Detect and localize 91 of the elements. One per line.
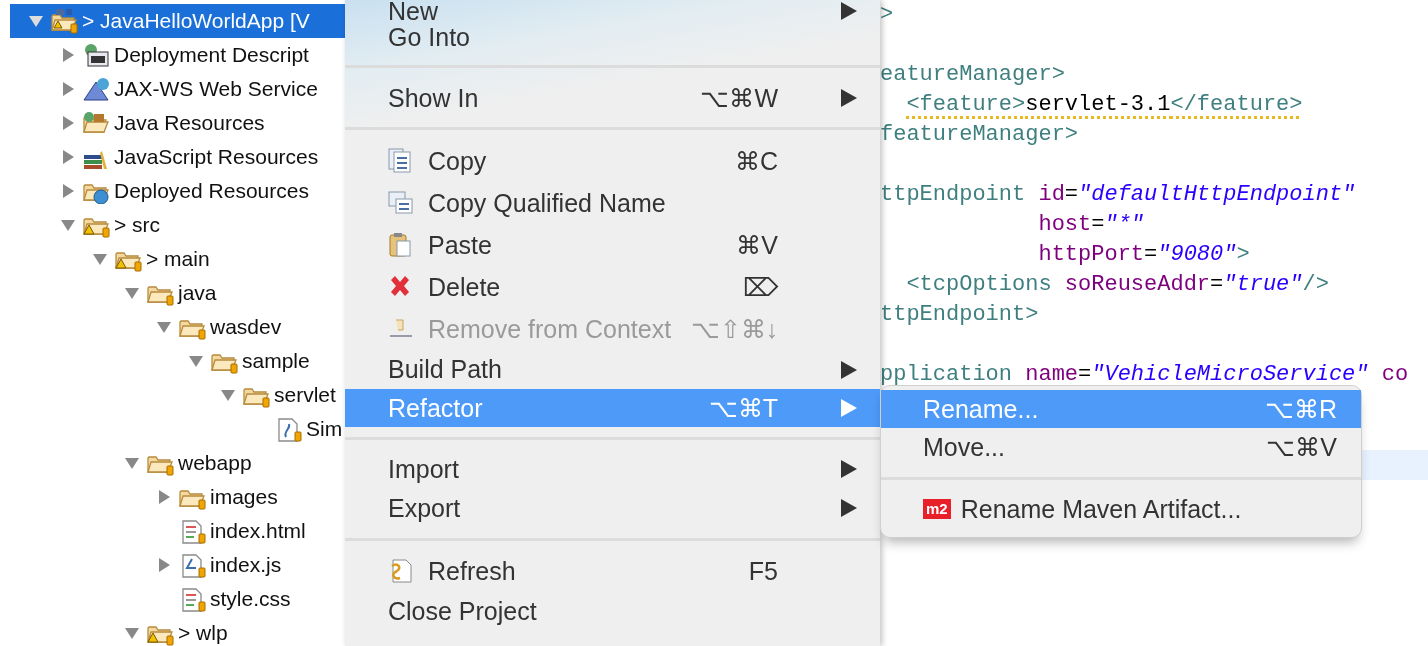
expanded-arrow-icon[interactable] (124, 455, 140, 471)
tree-row[interactable]: JavaScript Resources (0, 140, 345, 174)
expanded-arrow-icon[interactable] (92, 251, 108, 267)
menu-item[interactable]: Paste ⌘V (345, 224, 880, 266)
tree-item-label: wasdev (210, 315, 282, 339)
tree-item-label: index.js (210, 553, 282, 577)
tree-item-label: webapp (178, 451, 252, 475)
menu-item[interactable]: Copy Qualified Name (345, 182, 880, 224)
package-folder-icon (82, 110, 110, 136)
expanded-arrow-icon[interactable] (60, 217, 76, 233)
expanded-arrow-icon[interactable] (220, 387, 236, 403)
tree-row[interactable]: JAX-WS Web Service (0, 72, 345, 106)
clipboard-icon (388, 232, 414, 258)
menu-item[interactable]: Copy ⌘C (345, 140, 880, 182)
menu-item[interactable]: Export (345, 489, 880, 527)
tree-item-label: Java Resources (114, 111, 265, 135)
menu-item[interactable]: Refresh F5 (345, 551, 880, 591)
tree-row[interactable]: > wlp (0, 616, 345, 646)
expanded-arrow-icon[interactable] (28, 13, 44, 29)
menu-item[interactable]: Go Into (345, 22, 880, 52)
tree-row[interactable]: Sim (0, 412, 345, 446)
code-line: eatureManager> (879, 61, 1066, 89)
tree-item-label: Deployment Descript (114, 43, 309, 67)
collapsed-arrow-icon[interactable] (60, 47, 76, 63)
code-line: ttpEndpoint> (879, 301, 1040, 329)
collapsed-arrow-icon[interactable] (60, 81, 76, 97)
menu-item[interactable]: Delete ⌦ (345, 266, 880, 308)
tree-row[interactable]: > JavaHelloWorldApp [V (10, 4, 345, 38)
menu-item[interactable]: Move... ⌥⌘V (881, 428, 1361, 466)
expanded-arrow-icon[interactable] (188, 353, 204, 369)
code-line: featureManager> (879, 121, 1080, 149)
code-line: pplication name="VehicleMicroService" co (879, 361, 1410, 389)
tree-row[interactable]: > main (0, 242, 345, 276)
tree-row[interactable]: images (0, 480, 345, 514)
submenu-arrow-icon (840, 1, 858, 21)
code-line: httpPort="9080"> (1037, 241, 1251, 269)
collapsed-arrow-icon[interactable] (156, 557, 172, 573)
tree-item-label: JavaScript Resources (114, 145, 319, 169)
tree-row[interactable]: > src (0, 208, 345, 242)
tree-row[interactable]: wasdev (0, 310, 345, 344)
tree-item-label: java (178, 281, 217, 305)
tree-row[interactable]: java (0, 276, 345, 310)
tree-row[interactable]: style.css (0, 582, 345, 616)
code-line: <tcpOptions soReuseAddr="true"/> (905, 271, 1330, 299)
tree-row[interactable]: servlet (0, 378, 345, 412)
tree-item-label: sample (242, 349, 310, 373)
menu-item[interactable]: m2 Rename Maven Artifact... (881, 490, 1361, 528)
menu-item[interactable]: New (345, 0, 880, 22)
tree-item-label: > src (114, 213, 161, 237)
code-line: > (879, 1, 895, 29)
code-line: <feature>servlet-3.1</feature> (905, 91, 1304, 119)
submenu-arrow-icon (840, 459, 858, 479)
submenu-arrow-icon (840, 498, 858, 518)
code-line: host="*" (1037, 211, 1146, 239)
tree-item-label: index.html (210, 519, 306, 543)
tree-item-label: style.css (210, 587, 291, 611)
collapsed-arrow-icon[interactable] (156, 489, 172, 505)
menu-item[interactable]: Show In ⌥⌘W (345, 80, 880, 116)
tree-row[interactable]: sample (0, 344, 345, 378)
menu-item[interactable]: Import (345, 449, 880, 489)
tree-row[interactable]: Java Resources (0, 106, 345, 140)
code-line: ttpEndpoint id="defaultHttpEndpoint" (879, 181, 1357, 209)
tree-item-label: images (210, 485, 278, 509)
copy-icon (388, 148, 414, 174)
copy-name-icon (388, 190, 414, 216)
menu-item[interactable]: Close Project (345, 591, 880, 631)
project-icon (50, 8, 78, 34)
collapsed-arrow-icon[interactable] (60, 149, 76, 165)
tree-row[interactable]: webapp (0, 446, 345, 480)
tree-item-label: JAX-WS Web Service (114, 77, 318, 101)
menu-item[interactable]: Build Path (345, 350, 880, 389)
submenu-arrow-icon (840, 398, 858, 418)
tree-row[interactable]: index.html (0, 514, 345, 548)
tree-row[interactable]: Deployed Resources (0, 174, 345, 208)
collapsed-arrow-icon[interactable] (60, 183, 76, 199)
tree-item-label: > wlp (178, 621, 228, 645)
expanded-arrow-icon[interactable] (124, 285, 140, 301)
submenu-arrow-icon (840, 359, 858, 380)
submenu-arrow-icon (840, 88, 858, 108)
expanded-arrow-icon[interactable] (156, 319, 172, 335)
tree-item-label: servlet (274, 383, 336, 407)
descriptor-icon (82, 42, 110, 68)
tree-item-label: Deployed Resources (114, 179, 309, 203)
tree-item-label: > JavaHelloWorldApp [V (82, 9, 310, 33)
maven-logo: m2 (923, 499, 951, 519)
expanded-arrow-icon[interactable] (124, 625, 140, 641)
collapsed-arrow-icon[interactable] (60, 115, 76, 131)
tree-item-label: > main (146, 247, 210, 271)
tree-item-label: Sim (306, 417, 343, 441)
tree-row[interactable]: Deployment Descript (0, 38, 345, 72)
tree-row[interactable]: index.js (0, 548, 345, 582)
